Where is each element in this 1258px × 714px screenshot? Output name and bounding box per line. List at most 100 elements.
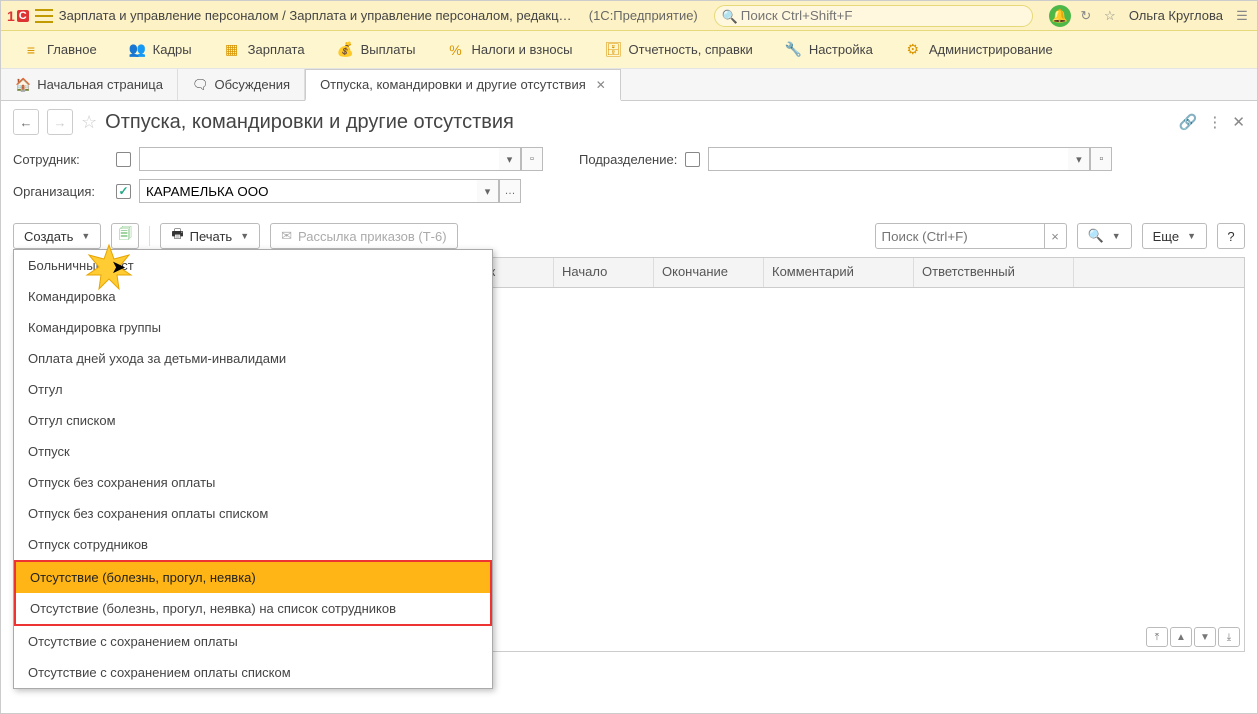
link-icon[interactable]: 🔗	[1179, 113, 1198, 131]
employee-combo[interactable]: ▾ ▫	[139, 147, 543, 171]
dropdown-item[interactable]: Отгул	[14, 374, 492, 405]
table-column-header[interactable]: Начало	[554, 258, 654, 287]
global-search-input[interactable]	[714, 5, 1033, 27]
nav-back-button[interactable]: ←	[13, 109, 39, 135]
org-dropdown-button[interactable]: ▾	[477, 179, 499, 203]
department-label: Подразделение:	[579, 152, 677, 167]
menu-item[interactable]: % Налоги и взносы	[431, 31, 588, 68]
org-label: Организация:	[13, 184, 108, 199]
table-column-header[interactable]: Ответственный	[914, 258, 1074, 287]
dropdown-item[interactable]: Отсутствие (болезнь, прогул, неявка) на …	[16, 593, 490, 624]
menu-item[interactable]: 👥Кадры	[113, 31, 208, 68]
department-input[interactable]	[708, 147, 1068, 171]
menu-icon: 🗄	[605, 41, 621, 58]
dropdown-item[interactable]: Отсутствие с сохранением оплаты списком	[14, 657, 492, 688]
list-search-input[interactable]	[875, 223, 1045, 249]
menu-label: Налоги и взносы	[471, 42, 572, 57]
clear-search-button[interactable]: ×	[1045, 223, 1067, 249]
tab[interactable]: Отпуска, командировки и другие отсутстви…	[305, 69, 621, 101]
menu-item[interactable]: 💰Выплаты	[321, 31, 432, 68]
dropdown-item[interactable]: Командировка	[14, 281, 492, 312]
employee-open-button[interactable]: ▫	[521, 147, 543, 171]
table-column-header[interactable]: Окончание	[654, 258, 764, 287]
table-column-header[interactable]: Комментарий	[764, 258, 914, 287]
org-input[interactable]	[139, 179, 477, 203]
table-nav-down[interactable]: ▼	[1194, 627, 1216, 647]
user-menu-icon[interactable]: ☰	[1233, 8, 1251, 24]
mailing-button[interactable]: ✉ Рассылка приказов (Т-6)	[270, 223, 457, 249]
department-dropdown-button[interactable]: ▾	[1068, 147, 1090, 171]
department-checkbox[interactable]	[685, 152, 700, 167]
chevron-down-icon: ▼	[1112, 231, 1121, 241]
menu-item[interactable]: ▦Зарплата	[208, 31, 321, 68]
menu-label: Администрирование	[929, 42, 1053, 57]
help-button[interactable]: ?	[1217, 223, 1245, 249]
menu-item[interactable]: ≡Главное	[7, 31, 113, 68]
notifications-button[interactable]: 🔔	[1049, 5, 1071, 27]
more-icon[interactable]: ⋮	[1207, 113, 1222, 131]
favorite-toggle[interactable]: ☆	[81, 112, 97, 133]
menu-item[interactable]: ⚙ Администрирование	[889, 31, 1069, 68]
department-combo[interactable]: ▾ ▫	[708, 147, 1112, 171]
print-label: Печать	[190, 229, 233, 244]
page-header: ← → ☆ Отпуска, командировки и другие отс…	[1, 101, 1257, 143]
menu-label: Настройка	[809, 42, 873, 57]
dropdown-item[interactable]: Отпуск без сохранения оплаты	[14, 467, 492, 498]
close-icon[interactable]: ✕	[596, 78, 606, 92]
dropdown-item[interactable]: Отпуск	[14, 436, 492, 467]
print-button[interactable]: 🖶 Печать ▼	[160, 223, 260, 249]
dropdown-item[interactable]: Оплата дней ухода за детьми-инвалидами	[14, 343, 492, 374]
menu-icon: ▦	[224, 41, 240, 58]
dropdown-item[interactable]: Отсутствие (болезнь, прогул, неявка)	[16, 562, 490, 593]
list-search[interactable]: ×	[875, 223, 1067, 249]
dropdown-item[interactable]: Больничный лист	[14, 250, 492, 281]
dropdown-item[interactable]: Командировка группы	[14, 312, 492, 343]
menu-icon: 🔧	[785, 41, 801, 58]
tab-label: Отпуска, командировки и другие отсутстви…	[320, 77, 586, 92]
dropdown-item[interactable]: Отсутствие с сохранением оплаты	[14, 626, 492, 657]
nav-forward-button[interactable]: →	[47, 109, 73, 135]
tab[interactable]: 🗨Обсуждения	[178, 69, 305, 100]
department-open-button[interactable]: ▫	[1090, 147, 1112, 171]
platform-label: (1С:Предприятие)	[589, 8, 698, 23]
dropdown-item[interactable]: Отпуск без сохранения оплаты списком	[14, 498, 492, 529]
menu-item[interactable]: 🔧 Настройка	[769, 31, 889, 68]
main-menu-toggle[interactable]	[35, 9, 53, 23]
create-dropdown-menu: Больничный листКомандировкаКомандировка …	[13, 249, 493, 689]
tab[interactable]: 🏠 Начальная страница	[1, 69, 178, 100]
chevron-down-icon: ▼	[240, 231, 249, 241]
history-icon[interactable]: ↻	[1077, 8, 1095, 24]
tab-label: Обсуждения	[215, 77, 291, 92]
employee-input[interactable]	[139, 147, 499, 171]
org-checkbox[interactable]	[116, 184, 131, 199]
employee-dropdown-button[interactable]: ▾	[499, 147, 521, 171]
favorite-icon[interactable]: ☆	[1101, 8, 1119, 24]
org-combo[interactable]: ▾ …	[139, 179, 521, 203]
mail-icon: ✉	[281, 228, 292, 244]
titlebar: 1С Зарплата и управление персоналом / За…	[1, 1, 1257, 31]
menu-icon: %	[447, 42, 463, 58]
advanced-search-button[interactable]: 🔍 ▼	[1077, 223, 1132, 249]
menu-icon: ⚙	[905, 41, 921, 58]
global-search[interactable]: 🔍	[714, 5, 1033, 27]
create-button[interactable]: Создать ▼	[13, 223, 101, 249]
tutorial-highlight-box: Отсутствие (болезнь, прогул, неявка)Отсу…	[14, 560, 492, 626]
menu-item[interactable]: 🗄Отчетность, справки	[589, 31, 769, 68]
close-icon[interactable]: ✕	[1232, 113, 1245, 131]
more-button[interactable]: Еще ▼	[1142, 223, 1207, 249]
main-menubar: ≡Главное👥Кадры▦Зарплата💰Выплаты% Налоги и…	[1, 31, 1257, 69]
mailing-label: Рассылка приказов (Т-6)	[298, 229, 447, 244]
table-nav-last[interactable]: ⤓	[1218, 627, 1240, 647]
employee-checkbox[interactable]	[116, 152, 131, 167]
tab-icon: 🏠	[15, 77, 31, 93]
dropdown-item[interactable]: Отпуск сотрудников	[14, 529, 492, 560]
table-nav-first[interactable]: ⤒	[1146, 627, 1168, 647]
username-label: Ольга Круглова	[1129, 8, 1223, 23]
dropdown-item[interactable]: Отгул списком	[14, 405, 492, 436]
tabs-bar: 🏠 Начальная страница 🗨Обсуждения Отпуска, к…	[1, 69, 1257, 101]
menu-label: Выплаты	[361, 42, 416, 57]
org-ellipsis-button[interactable]: …	[499, 179, 521, 203]
tab-label: Начальная страница	[37, 77, 163, 92]
table-nav-up[interactable]: ▲	[1170, 627, 1192, 647]
copy-button[interactable]: 🗐	[111, 223, 139, 249]
